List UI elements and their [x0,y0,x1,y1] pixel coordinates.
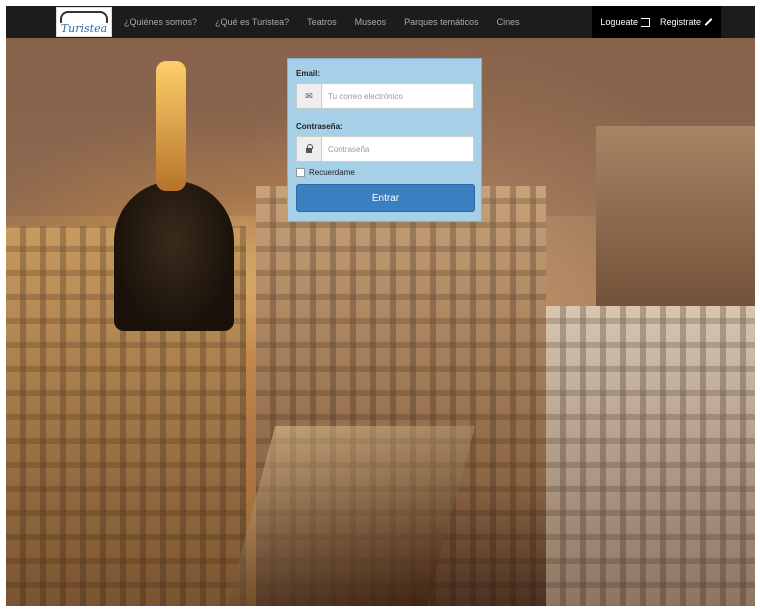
login-panel: Email: ✉ Contraseña: Recuerdame Entrar [287,58,482,222]
password-input[interactable] [322,139,473,159]
remember-me[interactable]: Recuerdame [296,168,355,177]
logo[interactable]: Turistea [56,7,112,37]
background-statue [156,61,186,191]
nav-menu: ¿Quiénes somos? ¿Qué es Turistea? Teatro… [124,17,538,27]
nav-item-teatros[interactable]: Teatros [307,17,337,27]
pencil-icon [704,18,713,26]
logo-car-icon [60,10,108,23]
envelope-icon: ✉ [297,84,322,108]
login-link-label: Logueate [600,17,638,27]
nav-item-museos[interactable]: Museos [355,17,387,27]
logo-text: Turistea [60,21,108,35]
email-label: Email: [296,69,321,78]
email-input[interactable] [322,86,473,106]
sign-in-icon [640,17,650,27]
nav-item-que-es-turistea[interactable]: ¿Qué es Turistea? [215,17,289,27]
background-dome [114,181,234,331]
login-link[interactable]: Logueate [600,17,650,27]
remember-label: Recuerdame [309,168,355,177]
enter-button[interactable]: Entrar [296,184,475,212]
remember-checkbox[interactable] [296,168,305,177]
register-link-label: Registrate [659,17,701,27]
nav-item-parques-tematicos[interactable]: Parques temáticos [404,17,479,27]
nav-item-cines[interactable]: Cines [497,17,520,27]
nav-account-area: Logueate Registrate [592,6,721,38]
background-building-right [546,306,755,606]
register-link[interactable]: Registrate [660,17,713,27]
password-field-group [296,136,474,162]
lock-icon [297,137,322,161]
background-building-far-right [596,126,755,326]
navbar: Turistea ¿Quiénes somos? ¿Qué es Turiste… [6,6,755,38]
nav-item-quienes-somos[interactable]: ¿Quiénes somos? [124,17,197,27]
email-field-group: ✉ [296,83,474,109]
password-label: Contraseña: [296,122,343,131]
